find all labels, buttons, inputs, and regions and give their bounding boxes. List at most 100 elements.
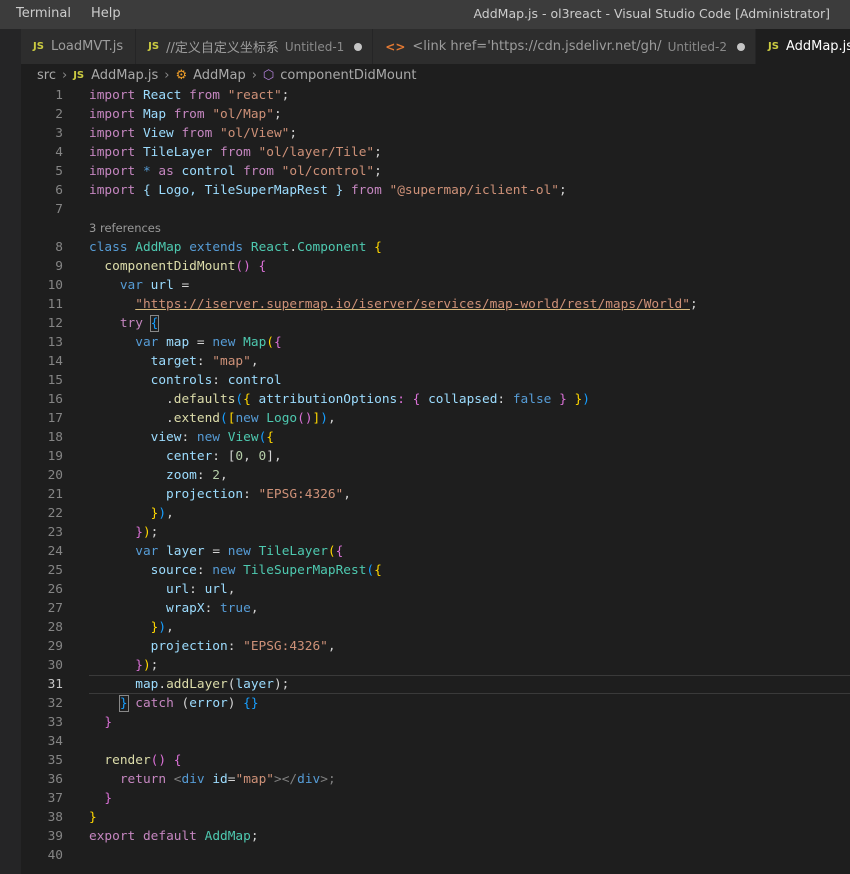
line-number: 5 xyxy=(55,164,63,179)
line-number: 17 xyxy=(47,411,63,426)
code-line: 19 center: [0, 0], xyxy=(21,447,850,466)
breadcrumb-file[interactable]: AddMap.js xyxy=(91,68,158,83)
line-number: 3 xyxy=(55,126,63,141)
tab-label: LoadMVT.js xyxy=(50,39,124,54)
line-number: 8 xyxy=(55,240,63,255)
code-line: 26 url: url, xyxy=(21,580,850,599)
line-number: 32 xyxy=(47,696,63,711)
code-editor[interactable]: 1 import React from "react"; 2 import Map … xyxy=(21,86,850,874)
menu-bar: Terminal Help xyxy=(16,6,121,21)
line-number: 21 xyxy=(47,487,63,502)
line-number: 36 xyxy=(47,772,63,787)
line-number: 39 xyxy=(47,829,63,844)
code-line: 11 "https://iserver.supermap.io/iserver/… xyxy=(21,295,850,314)
code-line: 22 }), xyxy=(21,504,850,523)
class-icon: ⚙ xyxy=(175,67,188,83)
code-line: 15 controls: control xyxy=(21,371,850,390)
js-file-icon: JS xyxy=(768,41,779,52)
window-title: AddMap.js - ol3react - Visual Studio Cod… xyxy=(473,6,830,21)
code-line: 25 source: new TileSuperMapRest({ xyxy=(21,561,850,580)
tab-bar: JS LoadMVT.js JS //定义自定义坐标系 Untitled-1 <… xyxy=(21,29,850,64)
references-codelens[interactable]: 3 references xyxy=(89,219,161,238)
line-number: 35 xyxy=(47,753,63,768)
line-number: 14 xyxy=(47,354,63,369)
line-number: 9 xyxy=(55,259,63,274)
line-number: 4 xyxy=(55,145,63,160)
code-line: 4 import TileLayer from "ol/layer/Tile"; xyxy=(21,143,850,162)
line-number: 12 xyxy=(47,316,63,331)
code-line: 37 } xyxy=(21,789,850,808)
code-line: 28 }), xyxy=(21,618,850,637)
code-line: 35 render() { xyxy=(21,751,850,770)
line-number: 40 xyxy=(47,848,63,863)
line-number: 15 xyxy=(47,373,63,388)
tab-untitled-1[interactable]: JS //定义自定义坐标系 Untitled-1 xyxy=(136,29,374,64)
activity-bar xyxy=(0,29,21,874)
code-line: 7 xyxy=(21,200,850,219)
code-line: 1 import React from "react"; xyxy=(21,86,850,105)
code-line: 34 xyxy=(21,732,850,751)
code-line: 2 import Map from "ol/Map"; xyxy=(21,105,850,124)
line-number: 7 xyxy=(55,202,63,217)
code-line: 29 projection: "EPSG:4326", xyxy=(21,637,850,656)
chevron-right-icon: › xyxy=(61,67,68,83)
code-line: 38} xyxy=(21,808,850,827)
code-line: 27 wrapX: true, xyxy=(21,599,850,618)
method-icon: ⬡ xyxy=(262,67,275,83)
code-line: 18 view: new View({ xyxy=(21,428,850,447)
js-file-icon: JS xyxy=(33,41,44,52)
line-number: 11 xyxy=(47,297,63,312)
line-number: 26 xyxy=(47,582,63,597)
breadcrumb: src › JS AddMap.js › ⚙ AddMap › ⬡ compon… xyxy=(21,64,850,86)
codelens-row: 3 references xyxy=(21,219,850,238)
tab-loadmvt[interactable]: JS LoadMVT.js xyxy=(21,29,137,64)
line-number: 23 xyxy=(47,525,63,540)
line-number: 37 xyxy=(47,791,63,806)
code-line: 8 class AddMap extends React.Component { xyxy=(21,238,850,257)
line-number: 24 xyxy=(47,544,63,559)
tab-label: AddMap.js xyxy=(785,39,850,54)
unsaved-dot-icon[interactable] xyxy=(737,42,745,51)
unsaved-dot-icon[interactable] xyxy=(354,42,363,51)
code-line: 21 projection: "EPSG:4326", xyxy=(21,485,850,504)
menu-terminal[interactable]: Terminal xyxy=(16,6,71,21)
chevron-right-icon: › xyxy=(164,67,170,83)
line-number: 29 xyxy=(47,639,63,654)
line-number: 13 xyxy=(47,335,63,350)
js-file-icon: JS xyxy=(148,41,160,52)
line-number: 1 xyxy=(55,88,63,103)
line-number: 27 xyxy=(47,601,63,616)
line-number: 25 xyxy=(47,563,63,578)
html-file-icon: <> xyxy=(385,39,406,54)
line-number: 10 xyxy=(47,278,63,293)
code-line: 14 target: "map", xyxy=(21,352,850,371)
code-line: 32 } catch (error) {} xyxy=(21,694,850,713)
breadcrumb-class[interactable]: AddMap xyxy=(193,68,246,83)
line-number: 20 xyxy=(47,468,63,483)
current-code-line: 31 map.addLayer(layer); xyxy=(21,675,850,694)
breadcrumb-method[interactable]: componentDidMount xyxy=(280,68,416,83)
code-line: 16 .defaults({ attributionOptions: { col… xyxy=(21,390,850,409)
line-number: 38 xyxy=(47,810,63,825)
line-number: 16 xyxy=(47,392,63,407)
code-line: 10 var url = xyxy=(21,276,850,295)
tab-description: Untitled-1 xyxy=(284,39,345,54)
menu-help[interactable]: Help xyxy=(91,6,121,21)
line-number: 6 xyxy=(55,183,63,198)
code-line: 6 import { Logo, TileSuperMapRest } from … xyxy=(21,181,850,200)
line-number: 22 xyxy=(47,506,63,521)
line-number: 18 xyxy=(47,430,63,445)
tab-untitled-2[interactable]: <> <link href='https://cdn.jsdelivr.net/… xyxy=(373,29,756,64)
tab-description: Untitled-2 xyxy=(667,39,727,54)
line-number: 30 xyxy=(47,658,63,673)
code-line: 40 xyxy=(21,846,850,865)
line-number: 31 xyxy=(47,677,63,692)
code-line: 24 var layer = new TileLayer({ xyxy=(21,542,850,561)
code-line: 17 .extend([new Logo()]), xyxy=(21,409,850,428)
line-number: 2 xyxy=(55,107,63,122)
code-line: 13 var map = new Map({ xyxy=(21,333,850,352)
tab-addmap[interactable]: JS AddMap.js ✕ xyxy=(756,29,850,64)
tab-label: //定义自定义坐标系 xyxy=(166,41,279,56)
code-line: 39 export default AddMap; xyxy=(21,827,850,846)
breadcrumb-folder[interactable]: src xyxy=(37,68,56,83)
